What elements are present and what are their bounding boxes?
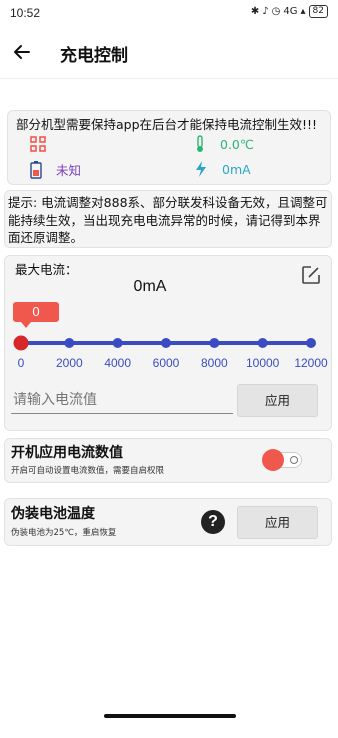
fake-temp-title: 伪装电池温度 bbox=[11, 506, 95, 522]
status-icons: ✱ ♪ ◷ 4G ▴ 82 bbox=[251, 5, 328, 18]
grid-row bbox=[30, 136, 46, 152]
boot-apply-toggle[interactable] bbox=[262, 449, 302, 471]
slider-tick-label: 10000 bbox=[246, 356, 280, 370]
status-time: 10:52 bbox=[10, 6, 41, 20]
slider-tick-label: 6000 bbox=[153, 356, 180, 370]
boot-apply-subtitle: 开启可自动设置电流数值，需要自启权限 bbox=[11, 466, 165, 476]
status-row: 未知 bbox=[30, 160, 81, 179]
slider-tick-label: 12000 bbox=[294, 356, 328, 370]
max-current-card: 最大电流： 0mA 0 0 2000 4000 6000 8000 10000 12000 … bbox=[4, 255, 332, 431]
hint-text: 提示: 电流调整对888系、部分联发科设备无效，且调整可能持续生效，当出现充电电… bbox=[8, 195, 328, 245]
apply-fake-temp-button[interactable]: 应用 bbox=[237, 506, 318, 539]
boot-apply-card: 开机应用电流数值 开启可自动设置电流数值，需要自启权限 bbox=[4, 438, 332, 483]
arrow-left-icon bbox=[14, 45, 30, 59]
temperature-row: 0.0℃ bbox=[194, 135, 254, 153]
question-icon[interactable]: ? bbox=[201, 510, 225, 534]
thermometer-icon bbox=[197, 135, 203, 152]
slider-tick-label: 2000 bbox=[56, 356, 83, 370]
battery-indicator: 82 bbox=[308, 5, 328, 18]
back-button[interactable] bbox=[10, 38, 34, 66]
network-label: 4G bbox=[283, 6, 298, 17]
info-card: 部分机型需要保持app在后台才能保持电流控制生效!!! 0.0℃ 未知 0mA bbox=[7, 110, 331, 185]
slider-tick[interactable] bbox=[64, 338, 75, 348]
slider-thumb[interactable] bbox=[13, 335, 29, 351]
status-value: 未知 bbox=[56, 163, 82, 178]
slider-tick-label: 4000 bbox=[104, 356, 131, 370]
page-title: 充电控制 bbox=[60, 46, 128, 66]
home-indicator[interactable] bbox=[104, 714, 236, 718]
current-value: 0mA bbox=[222, 161, 251, 177]
slider-tick[interactable] bbox=[112, 338, 123, 348]
boot-apply-title: 开机应用电流数值 bbox=[11, 445, 123, 461]
current-input[interactable] bbox=[11, 386, 233, 414]
max-current-value: 0mA bbox=[133, 278, 167, 295]
slider-tick[interactable] bbox=[161, 338, 171, 348]
toggle-thumb bbox=[262, 449, 284, 471]
alarm-icon: ◷ bbox=[271, 6, 281, 17]
app-bar: 充电控制 bbox=[0, 26, 338, 80]
slider-tick-label: 0 bbox=[18, 356, 25, 370]
hint-card: 提示: 电流调整对888系、部分联发科设备无效，且调整可能持续生效，当出现充电电… bbox=[4, 190, 332, 248]
current-row: 0mA bbox=[194, 160, 251, 178]
edit-icon[interactable] bbox=[301, 265, 321, 285]
grid-icon bbox=[30, 136, 46, 152]
slider-tick[interactable] bbox=[306, 338, 316, 348]
status-bar: 10:52 ✱ ♪ ◷ 4G ▴ 82 bbox=[0, 0, 338, 26]
bluetooth-icon: ✱ bbox=[250, 6, 260, 17]
fake-temp-subtitle: 伪装电池为25℃，重启恢复 bbox=[11, 528, 117, 538]
fake-temp-card: 伪装电池温度 伪装电池为25℃，重启恢复 ? 应用 bbox=[4, 498, 332, 546]
slider-tick-label: 8000 bbox=[201, 356, 228, 370]
temperature-value: 0.0℃ bbox=[220, 136, 254, 152]
slider-value-text: 0 bbox=[13, 302, 59, 322]
slider-tick[interactable] bbox=[257, 338, 268, 348]
charge-bolt-icon bbox=[196, 161, 206, 177]
battery-icon bbox=[30, 160, 42, 179]
current-slider[interactable]: 0 2000 4000 6000 8000 10000 12000 bbox=[5, 326, 333, 376]
signal-icon: ▴ bbox=[300, 6, 306, 17]
apply-current-button[interactable]: 应用 bbox=[237, 384, 318, 417]
divider bbox=[0, 78, 338, 79]
slider-tick[interactable] bbox=[209, 338, 220, 348]
mute-icon: ♪ bbox=[262, 6, 269, 17]
max-current-label: 最大电流： bbox=[15, 262, 78, 277]
notice-text: 部分机型需要保持app在后台才能保持电流控制生效!!! bbox=[16, 117, 318, 132]
toggle-dot bbox=[290, 456, 298, 464]
